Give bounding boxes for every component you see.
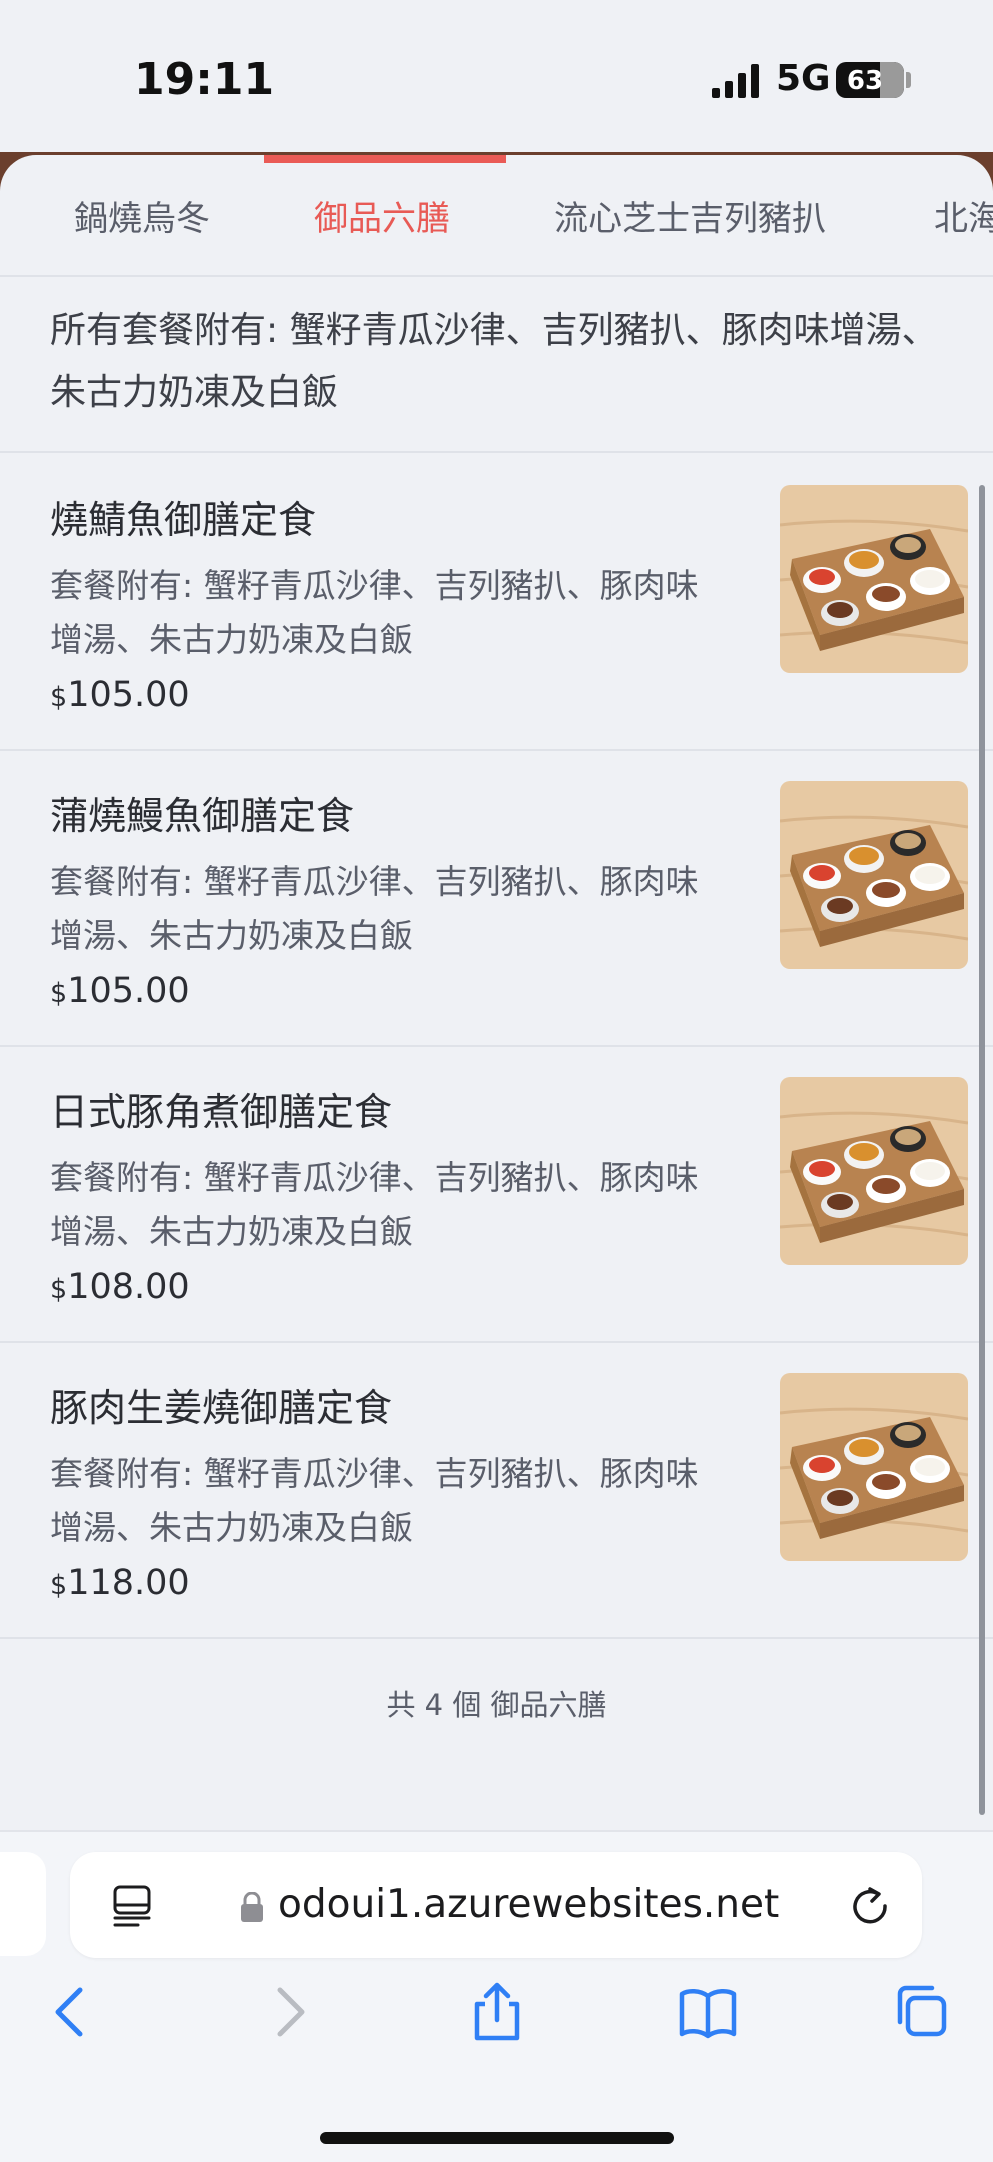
price-value: 118.00 — [67, 1563, 190, 1603]
item-description: 套餐附有: 蟹籽青瓜沙律、吉列豬扒、豚肉味增湯、朱古力奶凍及白飯 — [50, 1158, 699, 1251]
item-name: 燒鯖魚御膳定食 — [50, 498, 317, 542]
item-name: 豚肉生姜燒御膳定食 — [50, 1386, 393, 1430]
item-count: 共 4 個 御品六膳 — [386, 1688, 607, 1722]
tab-cheese-pork-cutlet[interactable]: 流心芝士吉列豬扒 — [554, 191, 826, 240]
share-icon[interactable] — [467, 1982, 527, 2042]
currency-symbol: $ — [50, 978, 68, 1009]
menu-item[interactable]: 日式豚角煮御膳定食 套餐附有: 蟹籽青瓜沙律、吉列豬扒、豚肉味增湯、朱古力奶凍及… — [0, 1045, 993, 1343]
scrollbar[interactable] — [979, 485, 985, 1815]
menu-item[interactable]: 豚肉生姜燒御膳定食 套餐附有: 蟹籽青瓜沙律、吉列豬扒、豚肉味增湯、朱古力奶凍及… — [0, 1341, 993, 1639]
status-time: 19:11 — [134, 54, 275, 105]
menu-sheet: 鍋燒烏冬 御品六膳 流心芝士吉列豬扒 北海 所有套餐附有: 蟹籽青瓜沙律、吉列豬… — [0, 155, 993, 1831]
back-icon[interactable] — [42, 1982, 102, 2042]
url-text[interactable]: odoui1.azurewebsites.net — [278, 1882, 779, 1927]
currency-symbol: $ — [50, 1570, 68, 1601]
adjacent-tab-peek[interactable] — [0, 1852, 46, 1956]
network-type: 5G — [776, 58, 831, 99]
item-price: $105.00 — [50, 971, 190, 1011]
cellular-signal-icon — [712, 64, 759, 98]
tab-gozen-rokuzen[interactable]: 御品六膳 — [314, 191, 450, 240]
home-indicator[interactable] — [320, 2132, 674, 2144]
tab-nabeyaki-udon[interactable]: 鍋燒烏冬 — [74, 191, 210, 240]
browser-toolbar: odoui1.azurewebsites.net — [0, 1830, 993, 2162]
currency-symbol: $ — [50, 1274, 68, 1305]
battery-icon: 63 — [836, 62, 904, 98]
item-description: 套餐附有: 蟹籽青瓜沙律、吉列豬扒、豚肉味增湯、朱古力奶凍及白飯 — [50, 1454, 699, 1547]
item-price: $118.00 — [50, 1563, 190, 1603]
status-bar: 19:11 5G 63 — [0, 0, 993, 160]
item-description: 套餐附有: 蟹籽青瓜沙律、吉列豬扒、豚肉味增湯、朱古力奶凍及白飯 — [50, 862, 699, 955]
tabs-icon[interactable] — [890, 1982, 950, 2042]
item-description: 套餐附有: 蟹籽青瓜沙律、吉列豬扒、豚肉味增湯、朱古力奶凍及白飯 — [50, 566, 699, 659]
meal-tray-photo[interactable] — [780, 1373, 968, 1561]
address-bar[interactable]: odoui1.azurewebsites.net — [70, 1852, 922, 1958]
battery-cap — [906, 72, 911, 88]
battery-level: 63 — [846, 66, 884, 96]
meal-tray-photo[interactable] — [780, 485, 968, 673]
price-value: 105.00 — [67, 971, 190, 1011]
meal-tray-photo[interactable] — [780, 1077, 968, 1265]
reader-mode-icon[interactable] — [110, 1884, 154, 1928]
item-name: 蒲燒鰻魚御膳定食 — [50, 794, 355, 838]
tab-hokkaido[interactable]: 北海 — [934, 191, 993, 240]
reload-icon[interactable] — [848, 1884, 892, 1928]
forward-icon[interactable] — [258, 1982, 318, 2042]
item-name: 日式豚角煮御膳定食 — [50, 1090, 393, 1134]
category-tabs: 鍋燒烏冬 御品六膳 流心芝士吉列豬扒 北海 — [0, 155, 993, 277]
price-value: 108.00 — [67, 1267, 190, 1307]
category-note: 所有套餐附有: 蟹籽青瓜沙律、吉列豬扒、豚肉味增湯、朱古力奶凍及白飯 — [50, 310, 938, 413]
bookmarks-icon[interactable] — [678, 1982, 738, 2042]
menu-item[interactable]: 燒鯖魚御膳定食 套餐附有: 蟹籽青瓜沙律、吉列豬扒、豚肉味增湯、朱古力奶凍及白飯… — [0, 453, 993, 751]
currency-symbol: $ — [50, 682, 68, 713]
menu-item[interactable]: 蒲燒鰻魚御膳定食 套餐附有: 蟹籽青瓜沙律、吉列豬扒、豚肉味增湯、朱古力奶凍及白… — [0, 749, 993, 1047]
price-value: 105.00 — [67, 675, 190, 715]
lock-icon — [241, 1892, 263, 1922]
item-price: $108.00 — [50, 1267, 190, 1307]
meal-tray-photo[interactable] — [780, 781, 968, 969]
active-tab-indicator — [264, 155, 506, 163]
item-price: $105.00 — [50, 675, 190, 715]
